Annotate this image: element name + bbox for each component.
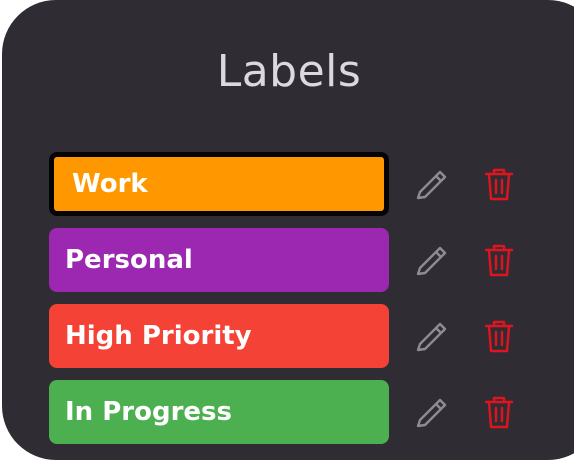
trash-icon[interactable] xyxy=(480,393,518,431)
trash-icon[interactable] xyxy=(480,241,518,279)
pencil-icon[interactable] xyxy=(412,165,450,203)
label-row-work: Work xyxy=(49,152,569,216)
trash-icon[interactable] xyxy=(480,165,518,203)
dialog-title: Labels xyxy=(216,46,362,97)
label-row-in-progress: In Progress xyxy=(49,380,569,444)
label-chip[interactable]: Personal xyxy=(49,228,389,292)
label-chip[interactable]: High Priority xyxy=(49,304,389,368)
label-row-high-priority: High Priority xyxy=(49,304,569,368)
pencil-icon[interactable] xyxy=(412,393,450,431)
pencil-icon[interactable] xyxy=(412,317,450,355)
label-row-personal: Personal xyxy=(49,228,569,292)
trash-icon[interactable] xyxy=(480,317,518,355)
label-chip[interactable]: In Progress xyxy=(49,380,389,444)
pencil-icon[interactable] xyxy=(412,241,450,279)
labels-dialog: Labels Work Personal High Priority In Pr… xyxy=(2,0,574,460)
label-chip[interactable]: Work xyxy=(49,152,389,216)
